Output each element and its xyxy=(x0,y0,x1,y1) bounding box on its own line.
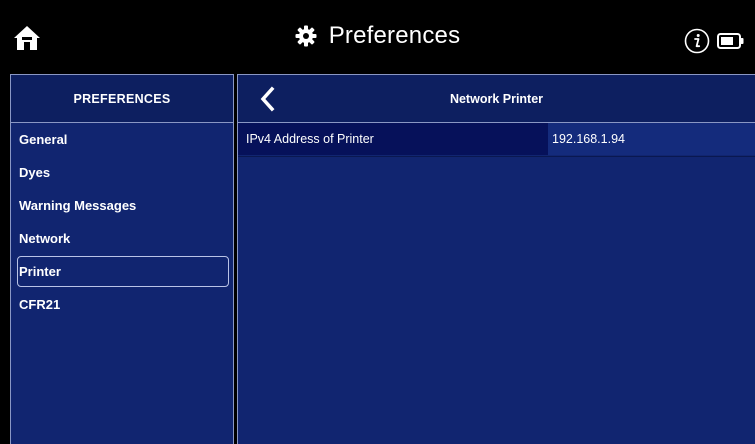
info-icon xyxy=(684,28,710,54)
battery-icon xyxy=(717,33,744,49)
back-button[interactable] xyxy=(258,86,276,112)
sidebar: PREFERENCES General Dyes Warning Message… xyxy=(10,74,234,444)
setting-row-ipv4: IPv4 Address of Printer 192.168.1.94 xyxy=(238,123,755,157)
chevron-left-icon xyxy=(260,86,275,112)
sidebar-item-network[interactable]: Network xyxy=(11,222,233,255)
page-title: Preferences xyxy=(328,22,461,49)
home-icon xyxy=(14,26,40,50)
main-header: Network Printer xyxy=(238,75,755,123)
home-button[interactable] xyxy=(12,24,42,52)
ipv4-label: IPv4 Address of Printer xyxy=(238,123,548,155)
sidebar-item-cfr21[interactable]: CFR21 xyxy=(11,288,233,321)
app-window: Preferences PREFERENCES General Dyes War… xyxy=(0,0,755,444)
sidebar-title: PREFERENCES xyxy=(11,75,233,123)
top-bar: Preferences xyxy=(0,0,755,72)
sidebar-menu: General Dyes Warning Messages Network Pr… xyxy=(11,123,233,321)
sidebar-item-dyes[interactable]: Dyes xyxy=(11,156,233,189)
sidebar-item-warning-messages[interactable]: Warning Messages xyxy=(11,189,233,222)
info-button[interactable] xyxy=(684,28,710,54)
gear-icon xyxy=(295,25,317,47)
battery-indicator xyxy=(717,33,745,49)
main-panel: Network Printer IPv4 Address of Printer … xyxy=(237,74,755,444)
sidebar-item-printer[interactable]: Printer xyxy=(11,255,233,288)
main-title: Network Printer xyxy=(449,91,544,106)
ipv4-value-field[interactable]: 192.168.1.94 xyxy=(548,123,755,155)
sidebar-item-general[interactable]: General xyxy=(11,123,233,156)
